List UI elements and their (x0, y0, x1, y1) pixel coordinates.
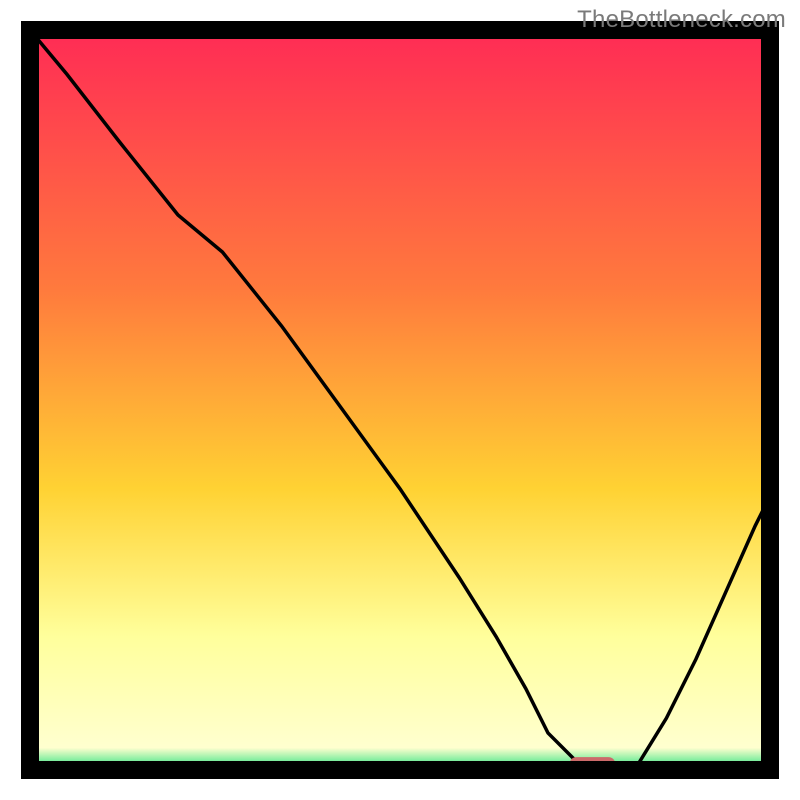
plot-background (30, 30, 770, 770)
chart-container: { "watermark": "TheBottleneck.com", "col… (0, 0, 800, 800)
chart-svg (0, 0, 800, 800)
watermark-text: TheBottleneck.com (577, 6, 786, 34)
